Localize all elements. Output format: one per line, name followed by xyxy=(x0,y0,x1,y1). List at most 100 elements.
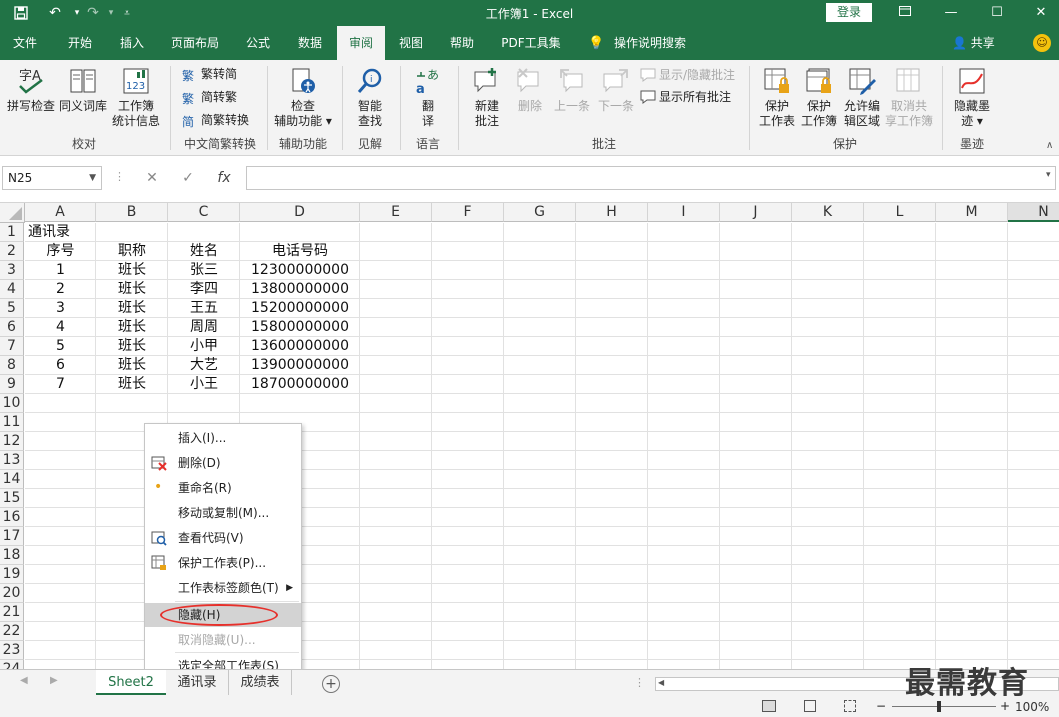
data-cell[interactable]: 班长 xyxy=(96,318,168,337)
smart-lookup-button[interactable]: i 智能 查找 xyxy=(348,66,392,129)
data-cell[interactable]: 班长 xyxy=(96,280,168,299)
more-options-icon[interactable]: ⋮ xyxy=(114,170,125,183)
row-header-18[interactable]: 18 xyxy=(0,546,24,565)
scroll-tabs-right-icon[interactable]: ▶ xyxy=(50,675,58,686)
insert-function-icon[interactable]: fx xyxy=(210,166,238,190)
scroll-tabs-left-icon[interactable]: ◀ xyxy=(20,675,28,686)
row-header-13[interactable]: 13 xyxy=(0,451,24,470)
row-header-22[interactable]: 22 xyxy=(0,622,24,641)
header-cell[interactable]: 电话号码 xyxy=(240,242,360,261)
column-header-f[interactable]: F xyxy=(432,203,504,222)
row-header-1[interactable]: 1 xyxy=(0,223,24,242)
row-header-14[interactable]: 14 xyxy=(0,470,24,489)
data-cell[interactable]: 小王 xyxy=(168,375,240,394)
close-icon[interactable]: ✕ xyxy=(1026,3,1056,23)
row-header-16[interactable]: 16 xyxy=(0,508,24,527)
data-cell[interactable]: 13900000000 xyxy=(240,356,360,375)
page-break-view-icon[interactable] xyxy=(844,700,856,712)
column-header-j[interactable]: J xyxy=(720,203,792,222)
data-cell[interactable]: 7 xyxy=(25,375,96,394)
data-cell[interactable]: 1 xyxy=(25,261,96,280)
row-header-20[interactable]: 20 xyxy=(0,584,24,603)
sheet-tab-contacts[interactable]: 通讯录 xyxy=(166,670,228,695)
row-header-17[interactable]: 17 xyxy=(0,527,24,546)
share-button[interactable]: 👤 共享 xyxy=(952,26,995,60)
column-header-e[interactable]: E xyxy=(360,203,432,222)
header-cell[interactable]: 姓名 xyxy=(168,242,240,261)
data-cell[interactable]: 2 xyxy=(25,280,96,299)
menu-item-insert[interactable]: 插入(I)... xyxy=(145,426,301,450)
scroll-left-icon[interactable]: ◀ xyxy=(658,678,664,687)
row-header-12[interactable]: 12 xyxy=(0,432,24,451)
thesaurus-button[interactable]: 同义词库 xyxy=(58,66,108,114)
column-header-h[interactable]: H xyxy=(576,203,648,222)
hide-ink-button[interactable]: 隐藏墨 迹 ▾ xyxy=(948,66,996,129)
row-header-10[interactable]: 10 xyxy=(0,394,24,413)
tab-file[interactable]: 文件 xyxy=(4,26,46,60)
tab-view[interactable]: 视图 xyxy=(390,26,432,60)
tab-formulas[interactable]: 公式 xyxy=(236,26,280,60)
row-header-6[interactable]: 6 xyxy=(0,318,24,337)
protect-workbook-button[interactable]: 保护 工作簿 xyxy=(798,66,840,129)
row-header-2[interactable]: 2 xyxy=(0,242,24,261)
column-header-i[interactable]: I xyxy=(648,203,720,222)
data-cell[interactable]: 小甲 xyxy=(168,337,240,356)
header-cell[interactable]: 序号 xyxy=(25,242,96,261)
menu-item-move-copy[interactable]: 移动或复制(M)... xyxy=(145,501,301,525)
add-sheet-icon[interactable]: + xyxy=(322,675,340,693)
new-comment-button[interactable]: 新建 批注 xyxy=(464,66,510,129)
show-all-comments-button[interactable]: 显示所有批注 xyxy=(640,87,731,107)
zoom-slider[interactable] xyxy=(892,706,996,707)
translate-button[interactable]: あa 翻 译 xyxy=(406,66,450,129)
simplified-to-traditional-button[interactable]: 繁 简转繁 xyxy=(182,87,237,107)
sheet-tab-scores[interactable]: 成绩表 xyxy=(228,670,292,695)
tab-insert[interactable]: 插入 xyxy=(110,26,154,60)
select-all-corner[interactable] xyxy=(0,203,25,223)
menu-item-protect-sheet[interactable]: 保护工作表(P)... xyxy=(145,551,301,575)
data-cell[interactable]: 4 xyxy=(25,318,96,337)
formula-input[interactable] xyxy=(246,166,1056,190)
column-header-m[interactable]: M xyxy=(936,203,1008,222)
row-header-8[interactable]: 8 xyxy=(0,356,24,375)
tell-me-search[interactable]: 💡 操作说明搜索 xyxy=(588,26,686,60)
zoom-level[interactable]: 100% xyxy=(1015,700,1049,714)
data-cell[interactable]: 李四 xyxy=(168,280,240,299)
column-header-a[interactable]: A xyxy=(25,203,96,222)
collapse-ribbon-icon[interactable]: ∧ xyxy=(1046,140,1053,151)
expand-formula-bar-icon[interactable]: ▾ xyxy=(1046,170,1051,180)
data-cell[interactable]: 15200000000 xyxy=(240,299,360,318)
menu-item-view-code[interactable]: 查看代码(V) xyxy=(145,526,301,550)
tab-splitter-icon[interactable]: ⋮ xyxy=(634,676,645,689)
data-cell[interactable]: 5 xyxy=(25,337,96,356)
column-header-g[interactable]: G xyxy=(504,203,576,222)
row-header-4[interactable]: 4 xyxy=(0,280,24,299)
menu-item-tab-color[interactable]: 工作表标签颜色(T) ▶ xyxy=(145,576,301,600)
column-header-d[interactable]: D xyxy=(240,203,360,222)
row-header-23[interactable]: 23 xyxy=(0,641,24,660)
protect-sheet-button[interactable]: 保护 工作表 xyxy=(756,66,798,129)
data-cell[interactable]: 班长 xyxy=(96,356,168,375)
row-header-21[interactable]: 21 xyxy=(0,603,24,622)
menu-item-rename[interactable]: • 重命名(R) xyxy=(145,476,301,500)
smiley-feedback-icon[interactable]: ☺ xyxy=(1033,34,1051,52)
data-cell[interactable]: 大艺 xyxy=(168,356,240,375)
workbook-statistics-button[interactable]: 123 工作簿 统计信息 xyxy=(108,66,164,129)
row-header-3[interactable]: 3 xyxy=(0,261,24,280)
confirm-entry-icon[interactable]: ✓ xyxy=(174,166,202,190)
login-button[interactable]: 登录 xyxy=(826,3,872,22)
row-header-24[interactable]: 24 xyxy=(0,660,24,669)
name-box-dropdown-icon[interactable]: ▼ xyxy=(89,167,96,189)
data-cell[interactable]: 13800000000 xyxy=(240,280,360,299)
data-cell[interactable]: 周周 xyxy=(168,318,240,337)
data-cell[interactable]: 3 xyxy=(25,299,96,318)
data-cell[interactable]: 张三 xyxy=(168,261,240,280)
show-hide-comment-button[interactable]: 显示/隐藏批注 xyxy=(640,65,735,85)
data-cell[interactable]: 18700000000 xyxy=(240,375,360,394)
menu-item-unhide[interactable]: 取消隐藏(U)... xyxy=(145,628,301,652)
previous-comment-button[interactable]: 上一条 xyxy=(550,66,594,114)
data-cell[interactable]: 班长 xyxy=(96,375,168,394)
data-cell[interactable]: 6 xyxy=(25,356,96,375)
cancel-entry-icon[interactable]: ✕ xyxy=(138,166,166,190)
data-cell[interactable]: 王五 xyxy=(168,299,240,318)
column-header-k[interactable]: K xyxy=(792,203,864,222)
